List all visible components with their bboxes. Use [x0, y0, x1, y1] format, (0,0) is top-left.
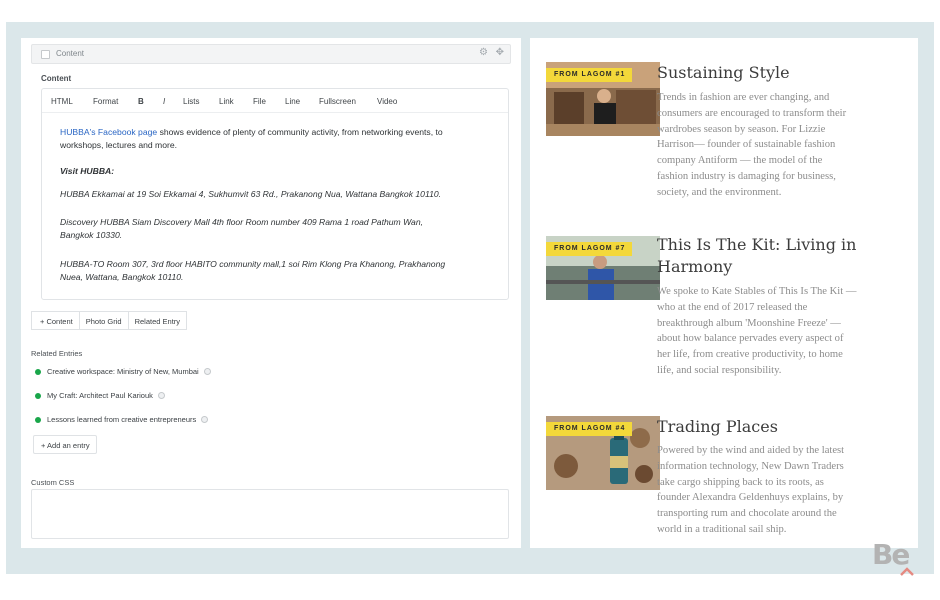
gear-icon[interactable]: ⚙: [479, 47, 488, 58]
article-excerpt: We spoke to Kate Stables of This Is The …: [657, 284, 892, 379]
article-title[interactable]: Trading Places: [657, 416, 897, 438]
issue-tag: FROM LAGOM #7: [546, 242, 633, 256]
excerpt-line: her life, from creative productivity, to…: [657, 349, 843, 361]
editor-toolbar: HTML Format B I Lists Link File Line Ful…: [42, 89, 508, 113]
custom-css-textarea[interactable]: [31, 489, 509, 539]
article-thumbnail[interactable]: FROM LAGOM #1: [546, 62, 660, 136]
article-title-line: Harmony: [657, 257, 733, 276]
toolbar-html-button[interactable]: HTML: [51, 97, 73, 106]
related-entry-button[interactable]: Related Entry: [128, 311, 188, 330]
content-label: Content: [41, 74, 72, 83]
visit-heading: Visit HUBBA:: [60, 166, 115, 176]
block-buttons: + Content Photo Grid Related Entry: [31, 311, 188, 330]
chevron-up-icon: [900, 567, 914, 576]
toolbar-lists-button[interactable]: Lists: [183, 97, 199, 106]
article-list-panel: FROM LAGOM #1 Sustaining Style Trends in…: [530, 38, 918, 548]
toolbar-link-button[interactable]: Link: [219, 97, 234, 106]
related-entry[interactable]: Creative workspace: Ministry of New, Mum…: [35, 367, 211, 376]
excerpt-line: information technology, New Dawn Traders: [657, 460, 844, 472]
excerpt-line: transporting rum and chocolate around th…: [657, 508, 837, 520]
toolbar-video-button[interactable]: Video: [377, 97, 397, 106]
article-thumbnail[interactable]: FROM LAGOM #7: [546, 236, 660, 300]
address-habito-line-2: Nuea, Wattana, Bangkok 10110.: [60, 272, 184, 282]
photo-grid-button[interactable]: Photo Grid: [79, 311, 129, 330]
excerpt-line: wardrobes season by season. For Lizzie: [657, 123, 826, 135]
article-title-line: This Is The Kit: Living in: [657, 235, 857, 254]
address-discovery-line-1: Discovery HUBBA Siam Discovery Mall 4th …: [60, 217, 423, 227]
excerpt-line: Trends in fashion are ever changing, and: [657, 92, 830, 103]
rich-text-editor[interactable]: HTML Format B I Lists Link File Line Ful…: [41, 88, 509, 300]
status-dot-icon: [35, 416, 41, 423]
toolbar-bold-button[interactable]: B: [138, 97, 144, 106]
excerpt-line: Powered by the wind and aided by the lat…: [657, 445, 845, 456]
toolbar-fullscreen-button[interactable]: Fullscreen: [319, 97, 356, 106]
article-excerpt: Powered by the wind and aided by the lat…: [657, 443, 892, 538]
status-dot-icon: [35, 392, 41, 399]
article-title[interactable]: Sustaining Style: [657, 62, 897, 84]
issue-tag: FROM LAGOM #1: [546, 68, 633, 82]
add-content-button[interactable]: + Content: [31, 311, 80, 330]
excerpt-line: world in a traditional sail ship.: [657, 523, 787, 535]
address-discovery-line-2: Bangkok 10330.: [60, 230, 123, 240]
toolbar-format-button[interactable]: Format: [93, 97, 118, 106]
custom-css-label: Custom CSS: [31, 478, 75, 487]
excerpt-line: take cargo shipping back to its roots, a…: [657, 476, 824, 488]
excerpt-line: life, and social responsibility.: [657, 364, 782, 376]
excerpt-line: fashion industry is damaging for busines…: [657, 170, 836, 182]
article-thumbnail[interactable]: FROM LAGOM #4: [546, 416, 660, 490]
related-entry[interactable]: Lessons learned from creative entreprene…: [35, 415, 209, 424]
excerpt-line: Harrison— founder of sustainable fashion: [657, 139, 836, 151]
excerpt-line: founder Alexandra Geldenhuys explains, b…: [657, 492, 844, 504]
address-habito-line-1: HUBBA-TO Room 307, 3rd floor HABITO comm…: [60, 259, 446, 269]
article-title[interactable]: This Is The Kit: Living in Harmony: [657, 234, 897, 278]
address-ekkamai: HUBBA Ekkamai at 19 Soi Ekkamai 4, Sukhu…: [60, 189, 442, 199]
excerpt-line: about how balance pervades every aspect …: [657, 333, 844, 345]
remove-icon[interactable]: [201, 416, 209, 423]
field-checkbox[interactable]: [41, 50, 50, 59]
address-habito: HUBBA-TO Room 307, 3rd floor HABITO comm…: [60, 258, 445, 284]
content-field-header[interactable]: Content ⚙ ✥: [31, 44, 511, 64]
paragraph-1-text: shows evidence of plenty of community ac…: [157, 127, 443, 137]
article-excerpt: Trends in fashion are ever changing, and…: [657, 90, 892, 201]
body-paragraph-1: HUBBA's Facebook page shows evidence of …: [60, 126, 443, 152]
excerpt-line: consumers are encouraged to transform th…: [657, 107, 847, 119]
paragraph-1-line-2: workshops, lectures and more.: [60, 140, 178, 150]
status-dot-icon: [35, 368, 41, 375]
remove-icon[interactable]: [203, 368, 211, 375]
related-entry-title[interactable]: My Craft: Architect Paul Kariouk: [47, 391, 153, 400]
toolbar-italic-button[interactable]: I: [163, 97, 165, 106]
excerpt-line: breakthrough album 'Moonshine Freeze' —: [657, 317, 841, 329]
related-entries-label: Related Entries: [31, 349, 83, 358]
field-title: Content: [56, 49, 85, 58]
issue-tag: FROM LAGOM #4: [546, 422, 633, 436]
facebook-link[interactable]: HUBBA's Facebook page: [60, 127, 157, 137]
related-entry[interactable]: My Craft: Architect Paul Kariouk: [35, 391, 165, 400]
address-discovery: Discovery HUBBA Siam Discovery Mall 4th …: [60, 216, 423, 242]
add-entry-button[interactable]: + Add an entry: [33, 435, 97, 454]
toolbar-file-button[interactable]: File: [253, 97, 266, 106]
toolbar-line-button[interactable]: Line: [285, 97, 300, 106]
excerpt-line: We spoke to Kate Stables of This Is The …: [657, 286, 857, 297]
related-entry-title[interactable]: Creative workspace: Ministry of New, Mum…: [47, 367, 199, 376]
excerpt-line: society, and the environment.: [657, 186, 782, 198]
remove-icon[interactable]: [157, 392, 165, 399]
related-entry-title[interactable]: Lessons learned from creative entreprene…: [47, 415, 196, 424]
excerpt-line: who at the end of 2017 released the: [657, 301, 808, 313]
excerpt-line: company Antiform — the model of the: [657, 155, 823, 167]
move-icon[interactable]: ✥: [496, 47, 504, 58]
